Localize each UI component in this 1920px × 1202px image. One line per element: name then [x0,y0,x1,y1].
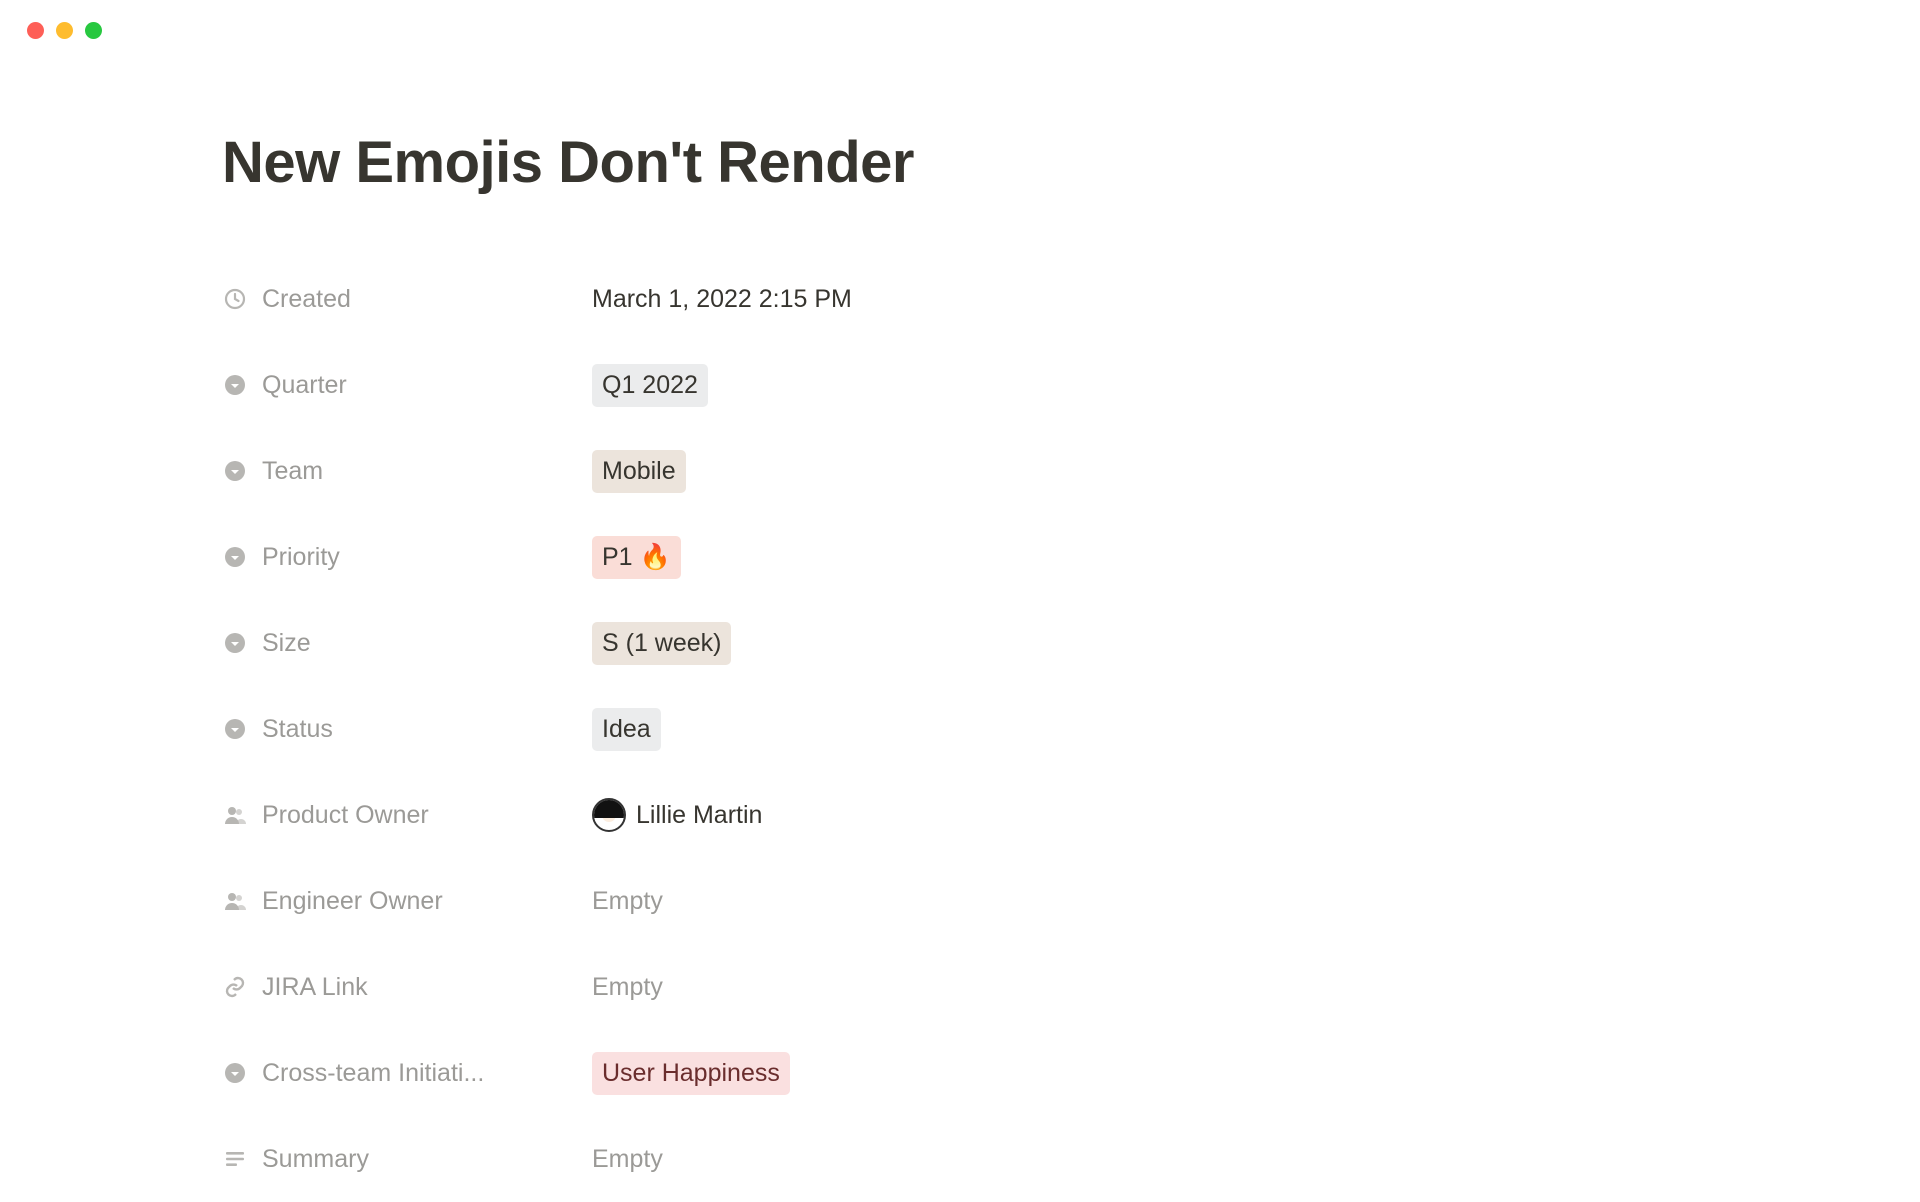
select-icon [222,1060,248,1086]
text-icon [222,1146,248,1172]
property-row-quarter[interactable]: Quarter Q1 2022 [222,342,1200,428]
window-traffic-lights [0,0,1920,39]
select-icon [222,372,248,398]
property-label: Product Owner [262,801,429,830]
select-icon [222,458,248,484]
property-label: Created [262,285,351,314]
property-row-created[interactable]: Created March 1, 2022 2:15 PM [222,256,1200,342]
property-row-status[interactable]: Status Idea [222,686,1200,772]
property-value-product-owner[interactable]: Lillie Martin [592,798,762,832]
property-label: Size [262,629,311,658]
property-value-created[interactable]: March 1, 2022 2:15 PM [592,285,852,314]
property-value-summary[interactable]: Empty [592,1145,663,1174]
property-label: Status [262,715,333,744]
select-icon [222,630,248,656]
close-window-button[interactable] [27,22,44,39]
avatar [592,798,626,832]
property-value-engineer-owner[interactable]: Empty [592,887,663,916]
property-row-product-owner[interactable]: Product Owner Lillie Martin [222,772,1200,858]
select-icon [222,716,248,742]
minimize-window-button[interactable] [56,22,73,39]
property-label: Engineer Owner [262,887,443,916]
property-label: Quarter [262,371,347,400]
property-label: Summary [262,1145,369,1174]
clock-icon [222,286,248,312]
person-icon [222,888,248,914]
select-icon [222,544,248,570]
property-row-size[interactable]: Size S (1 week) [222,600,1200,686]
tag-quarter: Q1 2022 [592,364,708,407]
property-value-status[interactable]: Idea [592,708,661,751]
property-value-size[interactable]: S (1 week) [592,622,731,665]
property-row-team[interactable]: Team Mobile [222,428,1200,514]
tag-size: S (1 week) [592,622,731,665]
property-value-quarter[interactable]: Q1 2022 [592,364,708,407]
property-row-summary[interactable]: Summary Empty [222,1116,1200,1202]
property-value-cross-team[interactable]: User Happiness [592,1052,790,1095]
property-value-jira-link[interactable]: Empty [592,973,663,1002]
property-row-priority[interactable]: Priority P1 🔥 [222,514,1200,600]
property-row-cross-team[interactable]: Cross-team Initiati... User Happiness [222,1030,1200,1116]
property-value-priority[interactable]: P1 🔥 [592,536,681,579]
tag-team: Mobile [592,450,686,493]
tag-priority: P1 🔥 [592,536,681,579]
property-label: Team [262,457,323,486]
tag-status: Idea [592,708,661,751]
zoom-window-button[interactable] [85,22,102,39]
page-title[interactable]: New Emojis Don't Render [222,129,1200,196]
property-label: JIRA Link [262,973,368,1002]
property-label: Priority [262,543,340,572]
tag-cross-team: User Happiness [592,1052,790,1095]
link-icon [222,974,248,1000]
property-row-engineer-owner[interactable]: Engineer Owner Empty [222,858,1200,944]
property-label: Cross-team Initiati... [262,1059,484,1088]
property-value-team[interactable]: Mobile [592,450,686,493]
person-icon [222,802,248,828]
property-row-jira-link[interactable]: JIRA Link Empty [222,944,1200,1030]
